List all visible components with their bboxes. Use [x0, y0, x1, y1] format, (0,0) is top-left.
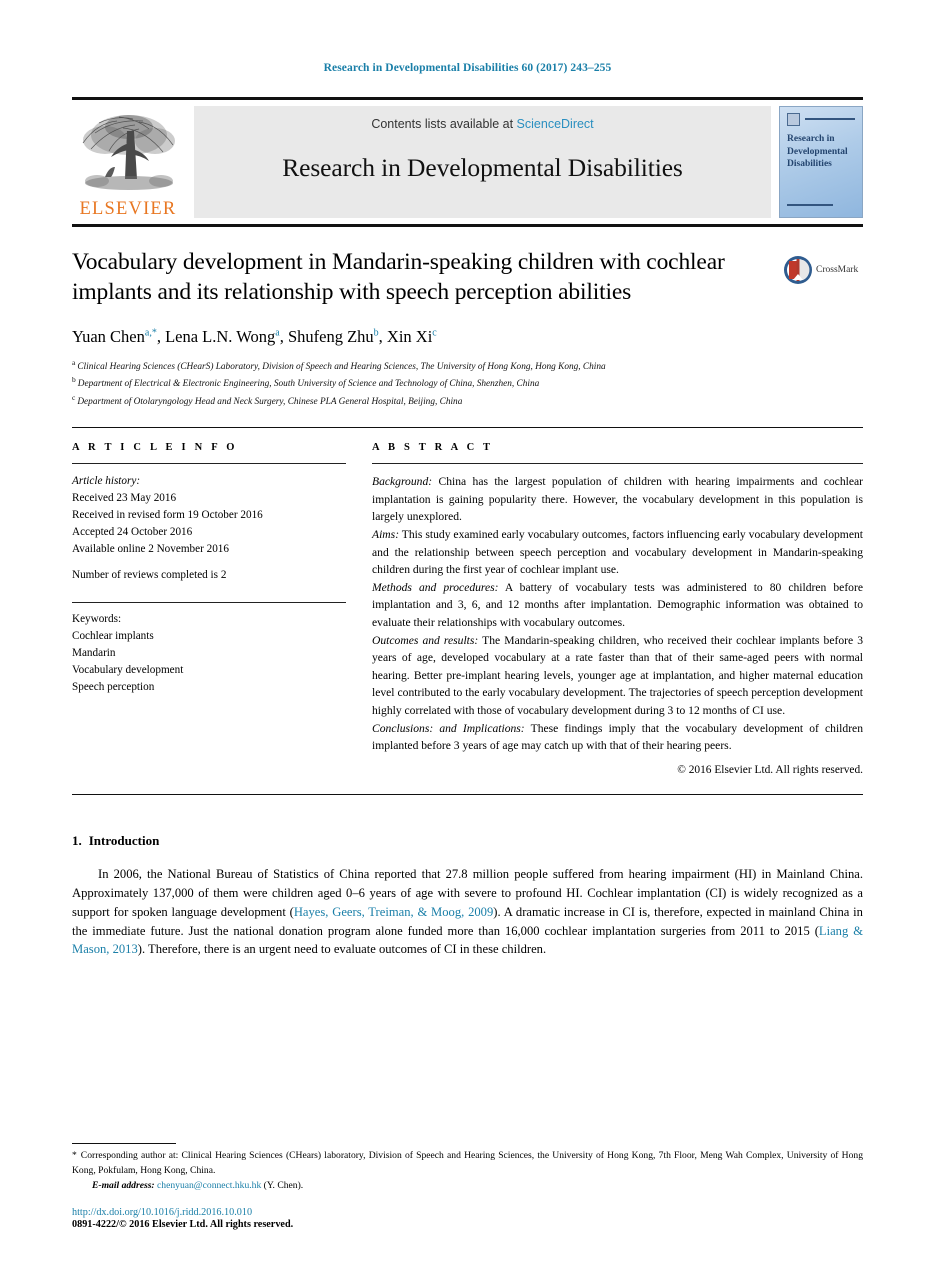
abstract-copyright: © 2016 Elsevier Ltd. All rights reserved…	[677, 763, 863, 776]
cover-rule-bottom	[787, 204, 833, 206]
abstract-label-outcomes: Outcomes and results:	[372, 633, 479, 647]
abstract-text-aims: This study examined early vocabulary out…	[372, 527, 863, 577]
contents-available-line: Contents lists available at ScienceDirec…	[371, 117, 593, 131]
journal-masthead: ELSEVIER Contents lists available at Sci…	[72, 97, 863, 227]
crossmark-badge[interactable]: CrossMark	[783, 247, 863, 307]
history-online: Available online 2 November 2016	[72, 543, 229, 556]
section-heading-introduction: 1. Introduction	[72, 833, 863, 849]
journal-cover-thumbnail[interactable]: Research in Developmental Disabilities	[779, 106, 863, 218]
author-1-marks[interactable]: a,*	[145, 328, 157, 339]
keyword-1: Cochlear implants	[72, 630, 154, 643]
email-link[interactable]: chenyuan@connect.hku.hk	[157, 1180, 261, 1191]
author-1-name: Yuan Chen	[72, 327, 145, 347]
doi-link-wrapper[interactable]: http://dx.doi.org/10.1016/j.ridd.2016.10…	[72, 1207, 863, 1218]
elsevier-logo: ELSEVIER	[72, 106, 184, 218]
crossmark-label: CrossMark	[816, 265, 859, 275]
author-4-name: Xin Xi	[386, 327, 433, 347]
paper-page: Research in Developmental Disabilities 6…	[0, 0, 935, 1266]
crossmark-logo-icon	[784, 256, 812, 284]
body-top-rule	[72, 793, 863, 795]
journal-cover-mark-icon	[787, 113, 800, 126]
abstract-heading: A B S T R A C T	[372, 442, 494, 454]
abstract-body: Background: China has the largest popula…	[372, 473, 863, 755]
footnote-corresponding-author: * Corresponding author at: Clinical Heari…	[72, 1149, 863, 1178]
footnote-corresponding-text: Corresponding author at: Clinical Hearin…	[72, 1150, 863, 1176]
author-list: Yuan Chena,*, Lena L.N. Wonga, Shufeng Z…	[72, 327, 437, 347]
cover-title: Research in Developmental Disabilities	[787, 134, 848, 170]
affiliation-c: c Department of Otolaryngology Head and N…	[72, 392, 863, 410]
affiliation-b: b Department of Electrical & Electronic E…	[72, 374, 863, 392]
elsevier-wordmark: ELSEVIER	[79, 198, 177, 219]
masthead-bottom-rule	[72, 224, 863, 227]
keywords-label: Keywords:	[72, 613, 122, 626]
contents-prefix: Contents lists available at	[371, 117, 517, 131]
abstract-label-methods: Methods and procedures:	[372, 580, 499, 594]
intro-text-part3: ). Therefore, there is an urgent need to…	[137, 942, 547, 957]
author-2-name: Lena L.N. Wong	[165, 327, 276, 347]
history-accepted: Accepted 24 October 2016	[72, 526, 193, 539]
email-address-label: E-mail address:	[92, 1180, 155, 1191]
issn-copyright-line: 0891-4222/© 2016 Elsevier Ltd. All right…	[72, 1219, 294, 1230]
abstract-rule	[372, 463, 863, 465]
affiliation-list: a Clinical Hearing Sciences (CHearS) Labo…	[72, 357, 863, 410]
article-info-column: A R T I C L E I N F O Article history: R…	[72, 442, 372, 776]
affiliation-a: a Clinical Hearing Sciences (CHearS) Labo…	[72, 357, 863, 375]
article-history-label: Article history:	[72, 475, 141, 488]
info-top-rule	[72, 427, 863, 429]
citation-hayes-2009[interactable]: Hayes, Geers, Treiman, & Moog, 2009	[294, 905, 493, 919]
history-received: Received 23 May 2016	[72, 492, 177, 505]
cover-rule-top	[805, 118, 855, 120]
affiliation-c-text: Department of Otolaryngology Head and Ne…	[77, 396, 463, 407]
abstract-section-methods: Methods and procedures: A battery of voc…	[372, 579, 863, 632]
info-abstract-columns: A R T I C L E I N F O Article history: R…	[72, 442, 863, 776]
review-count: Number of reviews completed is 2	[72, 569, 227, 582]
page-title: Vocabulary development in Mandarin-speak…	[72, 249, 725, 306]
email-suffix: (Y. Chen).	[261, 1180, 304, 1191]
elsevier-tree-icon	[82, 114, 175, 190]
abstract-section-conclusions: Conclusions: and Implications: These fin…	[372, 720, 863, 755]
article-info-heading: A R T I C L E I N F O	[72, 442, 238, 454]
author-3-marks[interactable]: b	[374, 328, 379, 339]
running-head: Research in Developmental Disabilities 6…	[323, 62, 612, 74]
abstract-section-outcomes: Outcomes and results: The Mandarin-speak…	[372, 632, 863, 720]
author-2-marks[interactable]: a	[275, 328, 279, 339]
abstract-section-background: Background: China has the largest popula…	[372, 473, 863, 526]
keyword-4: Speech perception	[72, 681, 155, 694]
journal-title: Research in Developmental Disabilities	[282, 153, 683, 182]
abstract-column: A B S T R A C T Background: China has th…	[372, 442, 863, 776]
contents-bar: Contents lists available at ScienceDirec…	[194, 106, 771, 218]
author-4-marks[interactable]: c	[432, 328, 436, 339]
footnote-star-mark: *	[72, 1150, 77, 1162]
footnote-email-line: E-mail address: chenyuan@connect.hku.hk …	[72, 1180, 863, 1191]
doi-link[interactable]: http://dx.doi.org/10.1016/j.ridd.2016.10…	[72, 1207, 252, 1218]
abstract-label-aims: Aims:	[372, 527, 400, 541]
keywords-rule	[72, 602, 346, 604]
article-info-rule	[72, 463, 346, 465]
article-history: Article history: Received 23 May 2016 Re…	[72, 473, 346, 584]
section-title: Introduction	[88, 832, 160, 848]
abstract-text-background: China has the largest population of chil…	[372, 475, 863, 524]
history-revised: Received in revised form 19 October 2016	[72, 509, 263, 522]
affiliation-a-text: Clinical Hearing Sciences (CHearS) Labor…	[77, 361, 606, 372]
footnote-area: * Corresponding author at: Clinical Heari…	[72, 1143, 863, 1230]
author-3-name: Shufeng Zhu	[287, 327, 374, 347]
abstract-label-background: Background:	[372, 475, 433, 489]
keyword-2: Mandarin	[72, 647, 116, 660]
section-number: 1.	[72, 832, 82, 848]
keywords-block: Keywords: Cochlear implants Mandarin Voc…	[72, 602, 346, 696]
footnote-rule	[72, 1143, 176, 1145]
introduction-paragraph: In 2006, the National Bureau of Statisti…	[72, 865, 863, 959]
abstract-section-aims: Aims: This study examined early vocabula…	[372, 526, 863, 579]
affiliation-b-text: Department of Electrical & Electronic En…	[77, 379, 540, 390]
sciencedirect-link[interactable]: ScienceDirect	[517, 117, 594, 131]
keyword-3: Vocabulary development	[72, 664, 184, 677]
abstract-label-conclusions: Conclusions: and Implications:	[372, 721, 525, 735]
title-block: Vocabulary development in Mandarin-speak…	[72, 247, 863, 307]
